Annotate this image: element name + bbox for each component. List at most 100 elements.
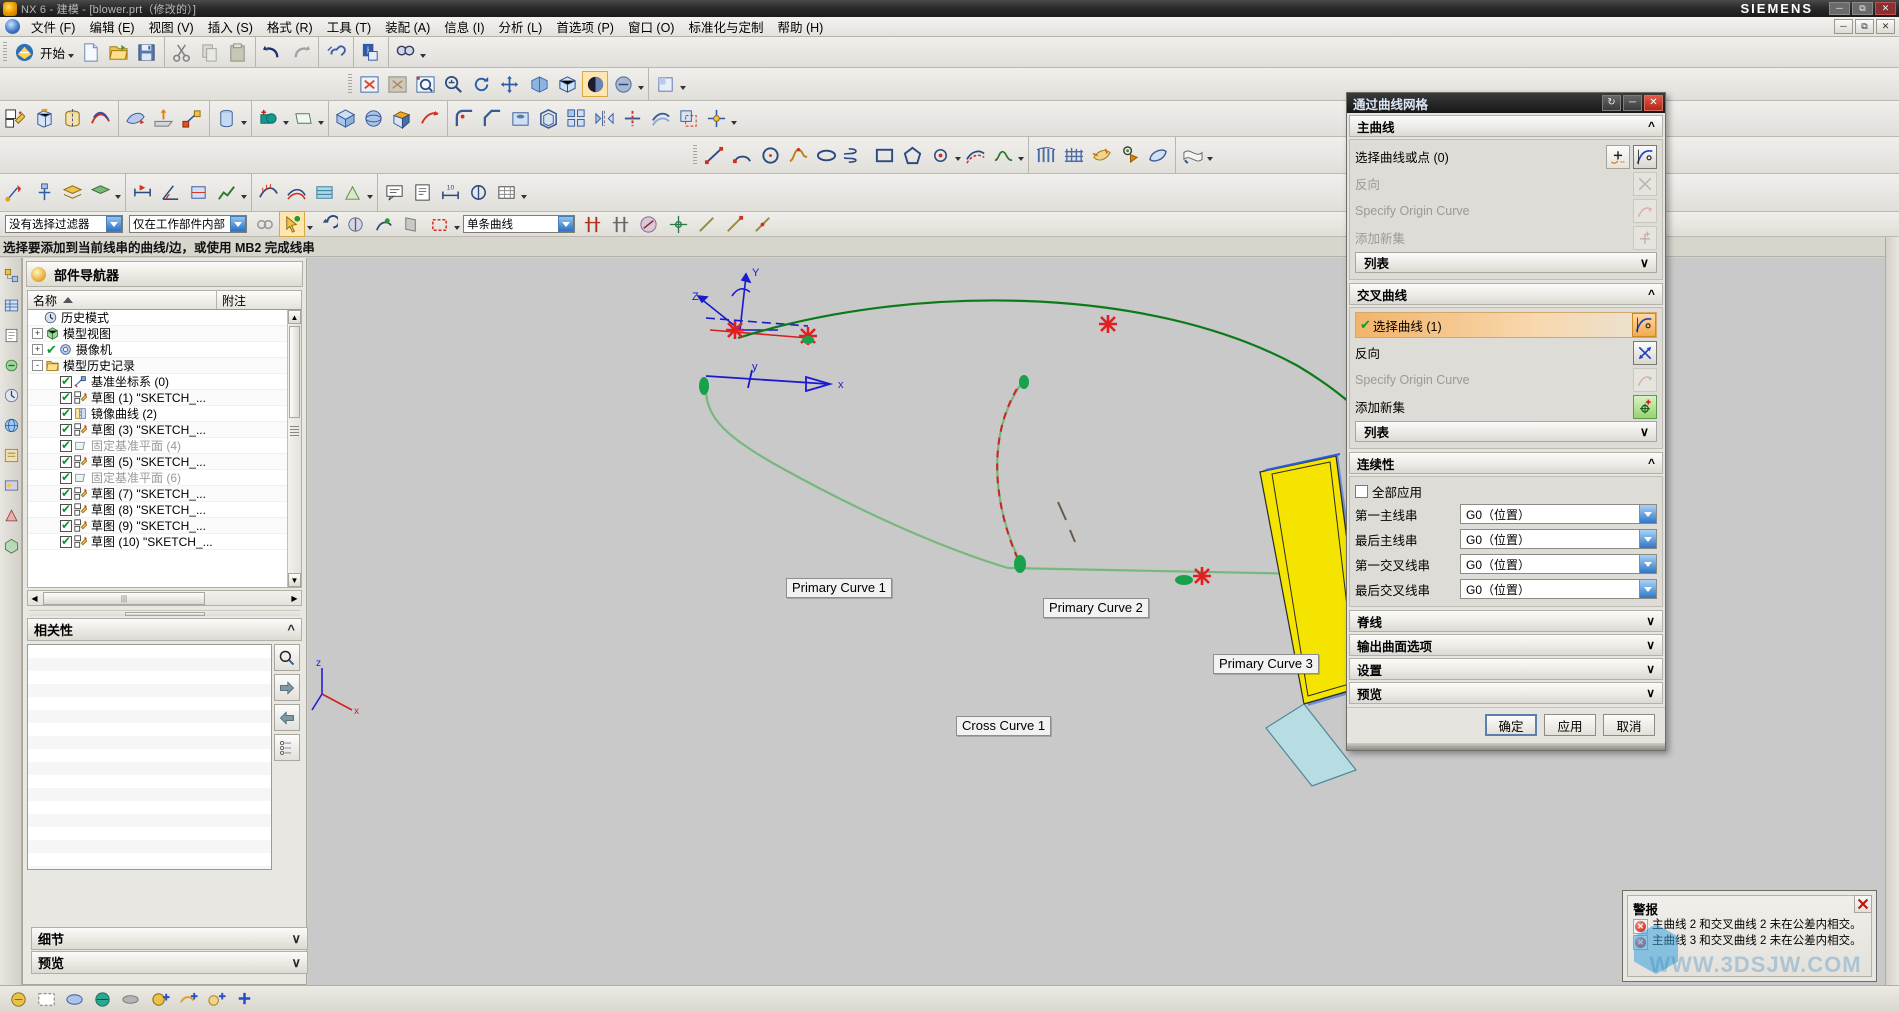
last-cross-string-select[interactable]: G0（位置）	[1460, 579, 1657, 599]
table-row[interactable]: 草图 (7) "SKETCH_...	[28, 486, 301, 502]
surface-icon[interactable]	[122, 106, 148, 132]
snap-1-icon[interactable]	[147, 986, 173, 1012]
chevron-down-icon[interactable]	[1639, 505, 1656, 523]
spline-icon[interactable]	[785, 142, 811, 168]
resource-history-icon[interactable]	[1, 382, 21, 408]
window-close-button[interactable]: ✕	[1875, 2, 1896, 15]
wcs-icon[interactable]	[61, 986, 87, 1012]
table-row[interactable]: 草图 (10) "SKETCH_...	[28, 534, 301, 550]
first-cross-string-select[interactable]: G0（位置）	[1460, 554, 1657, 574]
start-button-label[interactable]: 开始	[38, 43, 67, 62]
rect-select-caret[interactable]	[454, 226, 460, 230]
sheet-icon[interactable]	[1179, 142, 1205, 168]
selection-filter-caret[interactable]	[106, 216, 122, 232]
info-icon[interactable]: i	[357, 39, 383, 65]
table-icon[interactable]	[493, 180, 519, 206]
layer-icon[interactable]	[33, 986, 59, 1012]
snap-3-icon[interactable]	[203, 986, 229, 1012]
table-row[interactable]: 镜像曲线 (2)	[28, 406, 301, 422]
table-row[interactable]: + 模型视图	[28, 326, 301, 342]
table-row[interactable]: 历史模式	[28, 310, 301, 326]
chevron-down-icon[interactable]: ∨	[1646, 638, 1655, 652]
hole-icon[interactable]	[507, 106, 533, 132]
resource-web-browser-icon[interactable]	[1, 412, 21, 438]
revolve-icon[interactable]	[59, 106, 85, 132]
paste-icon[interactable]	[224, 39, 250, 65]
primary-select-curve-row[interactable]: 选择曲线或点 (0)	[1355, 144, 1657, 169]
first-primary-string-select[interactable]: G0（位置）	[1460, 504, 1657, 524]
selection-scope-dropdown[interactable]: 仅在工作部件内部	[129, 215, 247, 233]
symbol-icon[interactable]	[465, 180, 491, 206]
row-checkbox[interactable]	[60, 502, 72, 516]
curve-analysis-icon[interactable]	[255, 180, 281, 206]
curve-rule-caret[interactable]	[558, 216, 574, 232]
table-row[interactable]: 草图 (5) "SKETCH_...	[28, 454, 301, 470]
wcs-dynamic-icon[interactable]	[31, 180, 57, 206]
plane-icon[interactable]	[290, 106, 316, 132]
polygon-icon[interactable]	[899, 142, 925, 168]
link-icon[interactable]	[322, 39, 348, 65]
chevron-up-icon[interactable]: ^	[1648, 287, 1655, 301]
dialog-close-icon[interactable]: ✕	[1644, 95, 1663, 111]
through-curve-mesh-icon[interactable]	[1060, 142, 1086, 168]
warning-close-button[interactable]	[1854, 895, 1872, 913]
chevron-up-icon[interactable]: ^	[1648, 456, 1655, 470]
measure-distance-icon[interactable]	[129, 180, 155, 206]
part-navigator-tree[interactable]: 历史模式 + 模型视图 +✔ 摄像机 - 模型历史记录基准坐标系 (0) 草图 (1) "SK…	[27, 310, 302, 588]
infer-point-icon[interactable]	[693, 211, 719, 237]
measure-caret[interactable]	[241, 194, 247, 199]
tree-vertical-scrollbar[interactable]: ▲ ▼	[287, 310, 301, 587]
view-toolbar-grip[interactable]	[348, 74, 352, 94]
n-sided-surface-icon[interactable]	[1088, 142, 1114, 168]
expand-icon[interactable]: +	[32, 328, 43, 339]
style-icon[interactable]	[610, 71, 636, 97]
apply-all-row[interactable]: 全部应用	[1355, 481, 1657, 501]
chevron-down-icon[interactable]: ∨	[291, 955, 301, 971]
column-header-name[interactable]: 名称	[28, 291, 216, 309]
mirror-icon[interactable]	[591, 106, 617, 132]
open-folder-icon[interactable]	[105, 39, 131, 65]
table-row[interactable]: 固定基准平面 (4)	[28, 438, 301, 454]
ok-button[interactable]: 确定	[1485, 714, 1537, 736]
layer-visible-icon[interactable]	[87, 180, 113, 206]
chevron-down-icon[interactable]: ∨	[1640, 255, 1649, 270]
cross-curves-list-bar[interactable]: 列表 ∨	[1355, 421, 1657, 442]
cross-curves-group-header[interactable]: 交叉曲线 ^	[1349, 283, 1663, 305]
add-point-icon[interactable]	[1606, 144, 1630, 169]
view-icon[interactable]	[89, 986, 115, 1012]
resource-assembly-navigator-icon[interactable]	[1, 262, 21, 288]
output-surface-options-group-header[interactable]: 输出曲面选项 ∨	[1349, 634, 1663, 656]
selection-filter-dropdown[interactable]: 没有选择过滤器	[5, 215, 123, 233]
offset-icon[interactable]	[675, 106, 701, 132]
reverse-direction-icon[interactable]	[1633, 340, 1657, 365]
add-new-set-icon[interactable]	[1633, 394, 1657, 419]
copy-icon[interactable]	[196, 39, 222, 65]
datum-plane-icon[interactable]	[150, 106, 176, 132]
end-point-icon[interactable]	[721, 211, 747, 237]
rectangle-icon[interactable]	[871, 142, 897, 168]
stop-at-intersection-icon[interactable]	[579, 211, 605, 237]
row-checkbox[interactable]	[60, 406, 72, 420]
back-arrow-icon[interactable]	[274, 704, 300, 731]
row-checkbox[interactable]	[60, 534, 72, 548]
dialog-reset-icon[interactable]: ↻	[1602, 95, 1621, 111]
save-icon[interactable]	[133, 39, 159, 65]
ellipse-icon[interactable]	[813, 142, 839, 168]
doc-restore-button[interactable]: ⧉	[1855, 19, 1874, 34]
measure-body-icon[interactable]	[185, 180, 211, 206]
dialog-titlebar[interactable]: 通过曲线网格 ↻ ─ ✕	[1347, 93, 1665, 113]
extrude-icon[interactable]	[31, 106, 57, 132]
row-checkbox[interactable]	[60, 470, 72, 484]
studio-surface-icon[interactable]	[1116, 142, 1142, 168]
preview-section-header[interactable]: 预览 ∨	[31, 951, 308, 974]
right-scroll-strip[interactable]	[1885, 237, 1899, 985]
chevron-down-icon[interactable]: ∨	[291, 931, 301, 947]
menu-item-analysis[interactable]: 分析 (L)	[492, 15, 550, 38]
thicken-icon[interactable]	[647, 106, 673, 132]
row-checkbox[interactable]	[60, 454, 72, 468]
find-dropdown-caret[interactable]	[420, 54, 427, 58]
render-style-icon[interactable]	[582, 71, 608, 97]
primary-curves-list-bar[interactable]: 列表 ∨	[1355, 252, 1657, 273]
point-icon[interactable]	[927, 142, 953, 168]
bridge-curve-icon[interactable]	[990, 142, 1016, 168]
